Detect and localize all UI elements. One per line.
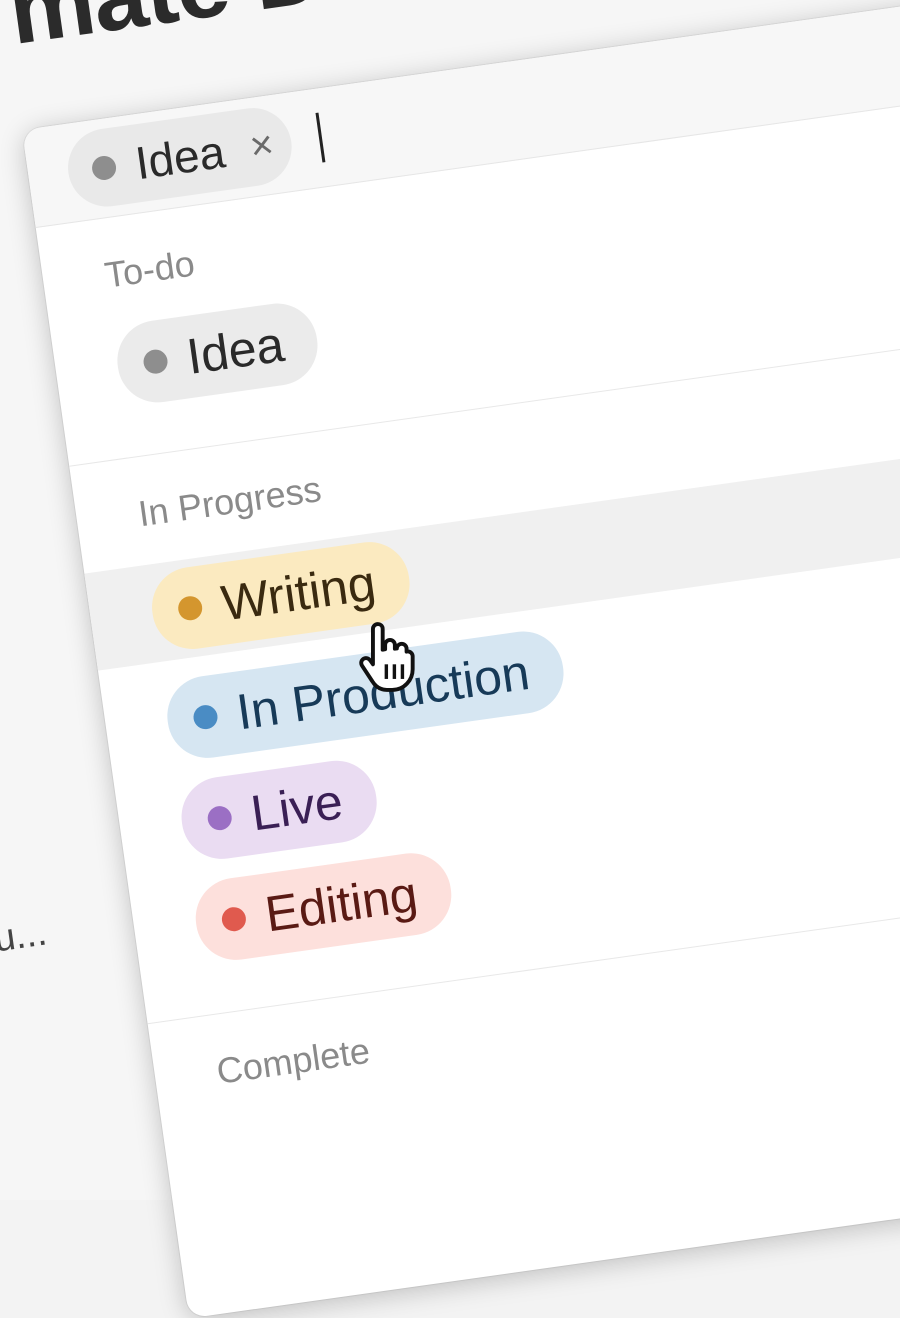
option-chip-live[interactable]: Live: [176, 755, 382, 865]
selected-status-label: Idea: [132, 125, 229, 190]
status-dot: [191, 703, 220, 731]
option-chip-editing[interactable]: Editing: [190, 848, 457, 966]
page-title: mate D: [2, 0, 328, 67]
option-label: Idea: [183, 315, 288, 385]
hand-pointer-icon: [359, 622, 415, 692]
status-dot: [141, 348, 170, 376]
status-dot: [176, 594, 204, 622]
option-chip-idea[interactable]: Idea: [112, 298, 323, 408]
close-icon[interactable]: ×: [247, 122, 276, 169]
option-label: Live: [247, 773, 347, 842]
status-dot: [220, 905, 248, 933]
status-dot: [90, 154, 118, 182]
option-label: Editing: [261, 865, 421, 943]
status-dot: [206, 804, 234, 832]
text-caret: [315, 112, 326, 163]
truncated-text: u...: [0, 911, 50, 961]
